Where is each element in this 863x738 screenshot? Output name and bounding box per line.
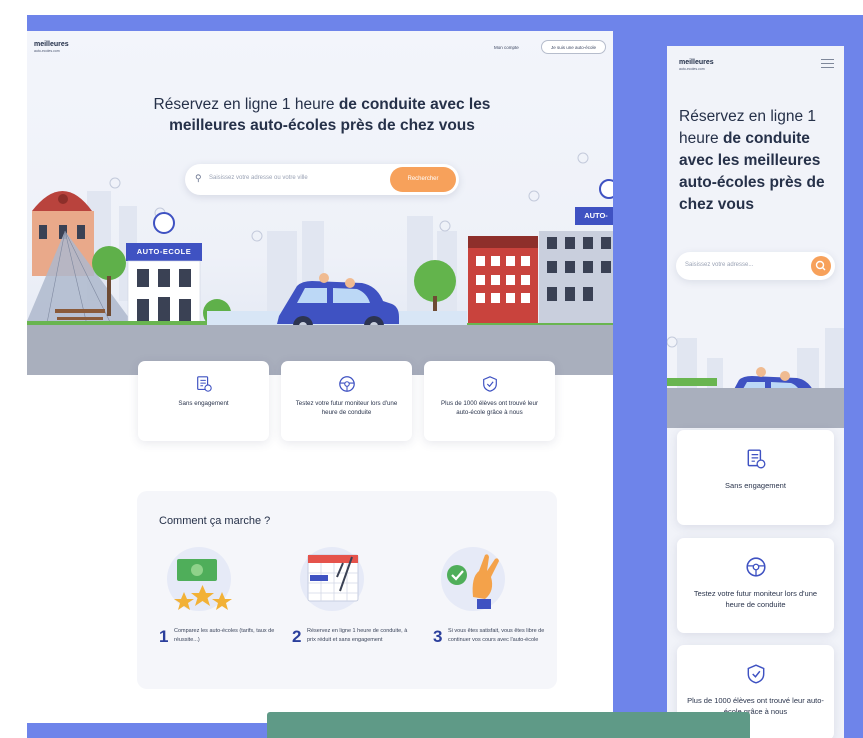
feature-label: Sans engagement [178,400,229,407]
step-number: 1 [159,627,169,646]
document-icon [196,376,212,392]
money-stars-illustration [167,547,232,611]
feature-label: Testez votre futur moniteur lors d'une h… [295,400,398,416]
step-text: Réservez en ligne 1 heure de conduite, à… [307,628,408,643]
step-text: Si vous êtes satisfait, vous êtes libre … [448,628,545,643]
my-account-link[interactable]: Mon compte [494,45,519,50]
how-it-works-title: Comment ça marche ? [159,515,271,527]
feature-card-test-instructor: Testez votre futur moniteur lors d'une h… [281,361,412,441]
site-logo[interactable]: meilleures auto-ecoles.com [34,41,69,55]
feature-card-no-commitment: Sans engagement [677,430,834,525]
search-bar: Saisissez votre adresse... [676,252,835,280]
feature-card-no-commitment: Sans engagement [138,361,269,441]
feature-label: Plus de 1000 élèves ont trouvé leur auto… [441,400,538,416]
search-input[interactable]: Saisissez votre adresse ou votre ville [209,175,308,181]
desktop-page: meilleures auto-ecoles.com Mon compte Je … [27,31,613,723]
driving-school-button[interactable]: Je suis une auto-école [541,40,606,54]
shield-check-icon [747,664,764,684]
search-button[interactable]: Rechercher [390,167,456,192]
step-compare: 1 Comparez les auto-écoles (tarifs, taux… [159,547,289,646]
search-icon [815,260,826,271]
feature-label: Sans engagement [725,481,786,490]
hero-title: Réservez en ligne 1 heure de conduite av… [679,108,825,213]
step-number: 2 [292,627,302,646]
feature-card-test-instructor: Testez votre futur moniteur lors d'une h… [677,538,834,633]
feature-card-students: Plus de 1000 élèves ont trouvé leur auto… [424,361,555,441]
document-icon [747,449,765,469]
search-button[interactable] [811,256,831,276]
search-bar: ⚲ Saisissez votre adresse ou votre ville… [185,164,459,195]
hero-section: meilleures auto-ecoles.com Mon compte Je … [27,31,613,351]
steering-wheel-icon [338,376,355,392]
road [667,388,844,428]
hero-title: Réservez en ligne 1 heure de conduite av… [153,96,491,134]
step-continue: 3 Si vous êtes satisfait, vous êtes libr… [433,547,563,646]
feature-label: Testez votre futur moniteur lors d'une h… [693,589,818,609]
mobile-page: meilleures auto-ecoles.com Réservez en li… [667,46,844,738]
step-text: Comparez les auto-écoles (tarifs, taux d… [174,628,275,643]
auto-ecole-sign-left: AUTO-ECOLE [136,247,192,256]
steering-wheel-icon [745,557,766,577]
how-it-works-section: Comment ça marche ? 1 Comparez les auto-… [137,491,557,689]
step-book: 2 Réservez en ligne 1 heure de conduite,… [292,547,422,646]
cookie-banner[interactable] [267,712,750,738]
shield-check-icon [482,376,497,392]
search-icon: ⚲ [195,173,202,183]
site-logo[interactable]: meilleures auto-ecoles.com [679,59,714,73]
calendar-illustration [300,547,364,611]
step-number: 3 [433,627,443,646]
auto-ecole-sign-right: AUTO-ECOL [584,211,608,220]
search-input[interactable]: Saisissez votre adresse... [685,262,753,268]
ok-hand-illustration [441,547,505,611]
menu-icon[interactable] [821,59,834,68]
